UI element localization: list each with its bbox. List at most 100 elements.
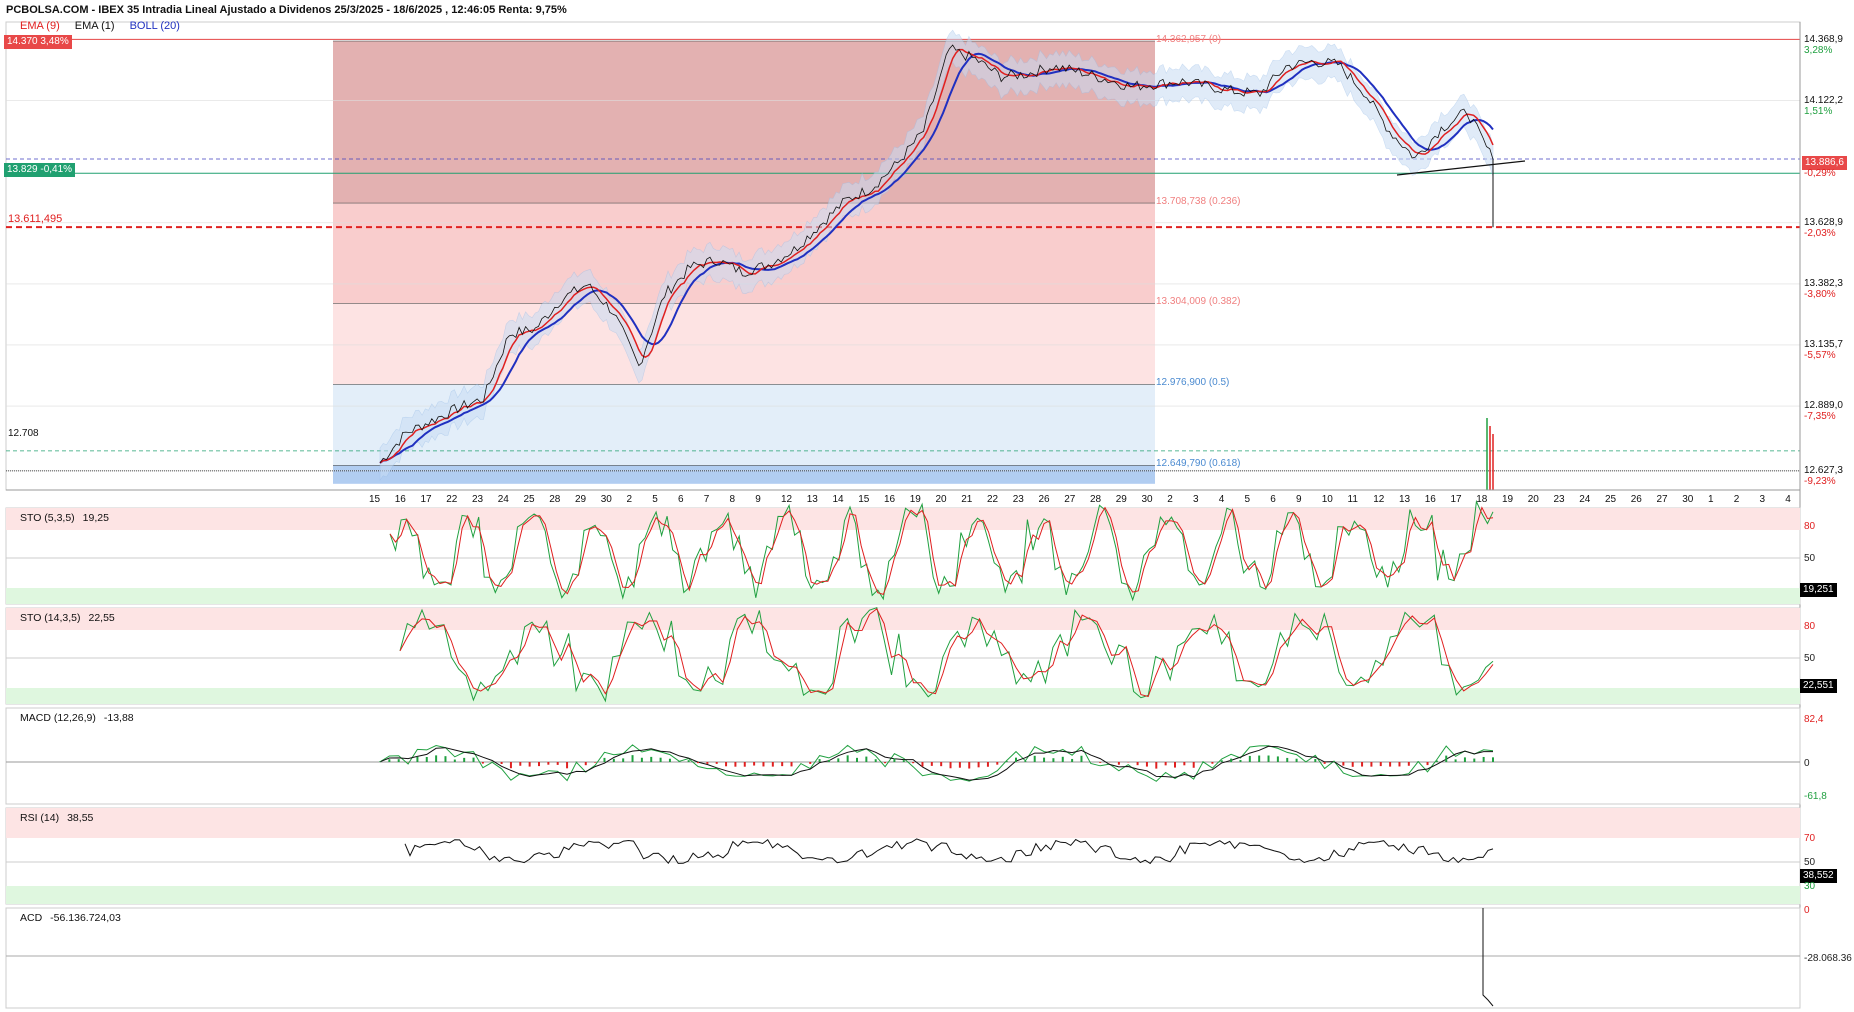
- macd-level-zero: 0: [1804, 758, 1810, 769]
- fib-label: 13.708,738 (0.236): [1156, 196, 1241, 208]
- date-tick: 26: [1038, 494, 1050, 505]
- sto2-band: [6, 688, 1800, 704]
- date-tick: 26: [1630, 494, 1642, 505]
- date-tick: 16: [1424, 494, 1436, 505]
- date-tick: 20: [1527, 494, 1539, 505]
- price-pct-tick: -7,35%: [1804, 411, 1836, 423]
- date-tick: 13: [806, 494, 818, 505]
- date-tick: 3: [1759, 494, 1766, 505]
- date-tick: 8: [729, 494, 736, 505]
- date-tick: 12: [1373, 494, 1385, 505]
- date-tick: 25: [1605, 494, 1617, 505]
- date-tick: 3: [1193, 494, 1199, 505]
- sto1-level-80: 80: [1804, 521, 1816, 532]
- sto1-title: STO (5,3,5) 19,25: [20, 512, 109, 524]
- low-label: 12.708: [8, 428, 39, 439]
- fib-label: 12.976,900 (0.5): [1156, 377, 1230, 389]
- rsi-level-50: 50: [1804, 857, 1816, 868]
- date-tick: 17: [420, 494, 432, 505]
- rsi-band: [6, 886, 1800, 904]
- date-tick: 30: [1141, 494, 1153, 505]
- date-tick: 2: [1167, 494, 1173, 505]
- date-tick: 2: [1733, 494, 1740, 505]
- chart-canvas: [5, 21, 1801, 1009]
- acd-level-mid: -28.068.36: [1804, 953, 1852, 964]
- sto1-level-50: 50: [1804, 553, 1816, 564]
- price-tick: 13.135,7: [1804, 338, 1843, 350]
- date-tick: 23: [472, 494, 484, 505]
- fib-label: 14.362,957 (0): [1156, 34, 1222, 46]
- acd-level-zero: 0: [1804, 905, 1810, 916]
- rsi-level-70: 70: [1804, 833, 1816, 844]
- acd-title: ACD -56.136.724,03: [20, 912, 121, 924]
- date-tick: 27: [1656, 494, 1668, 505]
- macd-level-top: 82,4: [1804, 714, 1824, 725]
- price-pct-tick: -3,80%: [1804, 288, 1836, 300]
- date-tick: 21: [961, 494, 973, 505]
- macd-pane: [5, 707, 1801, 805]
- date-tick: 25: [523, 494, 535, 505]
- price-tick: 13.628,9: [1804, 216, 1843, 228]
- date-tick: 12: [781, 494, 793, 505]
- last-price-pct: -0,29%: [1804, 168, 1836, 179]
- date-tick: 10: [1321, 494, 1333, 505]
- legend-ema9: EMA (9): [20, 20, 60, 32]
- fib-zone: [333, 303, 1155, 385]
- date-tick: 30: [1682, 494, 1694, 505]
- sto2-band: [6, 608, 1800, 630]
- price-tick: 14.122,2: [1804, 94, 1843, 106]
- price-pct-tick: -5,57%: [1804, 349, 1836, 361]
- chart-title: PCBOLSA.COM - IBEX 35 Intradia Lineal Aj…: [6, 4, 567, 16]
- acd-pane: [5, 907, 1801, 1009]
- date-tick: 23: [1012, 494, 1024, 505]
- current-badge: 13.829 -0,41%: [4, 163, 76, 177]
- high-badge: 14.370 3,48%: [4, 35, 72, 49]
- date-tick: 9: [755, 494, 761, 505]
- date-tick: 28: [1090, 494, 1102, 505]
- date-tick: 22: [987, 494, 999, 505]
- sto1-value-box: 19,251: [1800, 583, 1837, 597]
- price-pct-tick: -9,23%: [1804, 475, 1836, 487]
- date-tick: 18: [1476, 494, 1488, 505]
- date-tick: 19: [909, 494, 921, 505]
- date-tick: 30: [600, 494, 612, 505]
- date-tick: 23: [1553, 494, 1565, 505]
- date-tick: 15: [858, 494, 870, 505]
- sto2-level-50: 50: [1804, 653, 1816, 664]
- price-tick: 12.889,0: [1804, 400, 1843, 412]
- date-tick: 29: [575, 494, 587, 505]
- date-tick: 4: [1218, 494, 1225, 505]
- fib-label: 13.304,009 (0.382): [1156, 296, 1241, 308]
- date-tick: 2: [626, 494, 633, 505]
- price-pct-tick: 1,51%: [1804, 105, 1833, 117]
- legend-ema1: EMA (1): [74, 20, 115, 32]
- date-tick: 5: [1244, 494, 1251, 505]
- price-tick: 12.627,3: [1804, 464, 1843, 476]
- date-tick: 4: [1785, 494, 1791, 505]
- macd-level-bottom: -61,8: [1804, 791, 1827, 802]
- date-tick: 7: [703, 494, 710, 505]
- price-tick: 13.382,3: [1804, 277, 1843, 289]
- indicator-legend: EMA (9) EMA (1) BOLL (20): [20, 20, 192, 32]
- date-tick: 20: [935, 494, 947, 505]
- date-tick: 24: [497, 494, 509, 505]
- date-tick: 28: [549, 494, 561, 505]
- date-tick: 17: [1450, 494, 1462, 505]
- date-tick: 13: [1399, 494, 1411, 505]
- support-label: 13.611,495: [8, 213, 63, 225]
- date-tick: 27: [1064, 494, 1076, 505]
- fib-label: 12.649,790 (0.618): [1156, 458, 1241, 470]
- date-tick: 16: [394, 494, 406, 505]
- date-tick: 24: [1579, 494, 1591, 505]
- date-tick: 15: [369, 494, 381, 505]
- rsi-level-30: 30: [1804, 881, 1816, 892]
- date-tick: 5: [652, 494, 658, 505]
- date-tick: 29: [1115, 494, 1127, 505]
- date-tick: 9: [1296, 494, 1302, 505]
- date-tick: 1: [1708, 494, 1714, 505]
- rsi-title: RSI (14) 38,55: [20, 812, 94, 824]
- sto2-value-box: 22,551: [1800, 679, 1837, 693]
- date-tick: 16: [884, 494, 896, 505]
- price-pct-tick: -2,03%: [1804, 227, 1836, 239]
- date-tick: 14: [832, 494, 844, 505]
